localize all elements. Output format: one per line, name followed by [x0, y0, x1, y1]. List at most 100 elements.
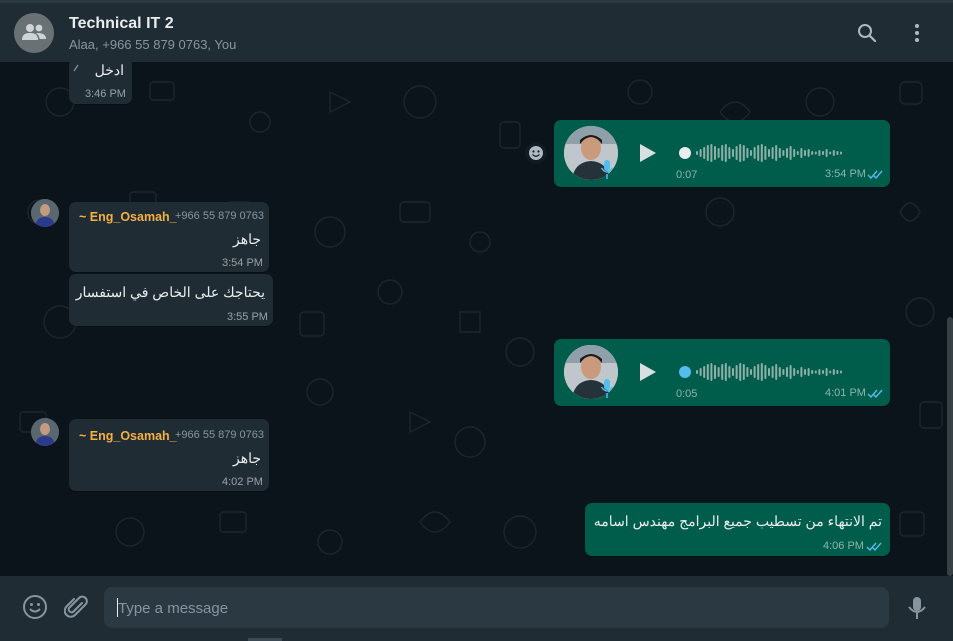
waveform-bar — [757, 145, 760, 161]
waveform-bar — [721, 364, 724, 380]
waveform-bar — [757, 364, 760, 380]
sender-name[interactable]: ~ Eng_Osamah_ — [79, 429, 177, 443]
waveform-bar — [800, 367, 803, 377]
message-list[interactable]: ادخل 3:46 PM 0:07 3:54 PM ~ Eng_Osamah_ … — [0, 62, 953, 576]
voice-record-button[interactable] — [904, 595, 930, 621]
emoji-button[interactable] — [22, 594, 48, 620]
waveform-bar — [746, 148, 749, 158]
waveform-bar — [800, 148, 803, 158]
message-text: جاهز — [232, 450, 261, 466]
waveform-bar — [746, 367, 749, 377]
waveform-bar — [832, 150, 835, 156]
voice-duration: 0:05 — [676, 388, 698, 400]
waveform-bar — [703, 366, 706, 378]
waveform-bar — [710, 363, 713, 381]
waveform-bar — [825, 149, 828, 157]
waveform-bar — [818, 150, 821, 156]
waveform-bar — [706, 364, 709, 380]
search-button[interactable] — [856, 22, 878, 44]
waveform-bar — [764, 365, 767, 379]
waveform-bar — [696, 151, 698, 155]
chat-title[interactable]: Technical IT 2 — [69, 15, 174, 33]
waveform-bar — [818, 369, 821, 375]
message-input-box[interactable] — [104, 587, 889, 630]
waveform-bar — [706, 145, 709, 161]
message-time: 3:55 PM — [227, 311, 268, 323]
message-text: يحتاجك على الخاص في استفسار — [75, 284, 265, 300]
mic-badge-icon — [600, 160, 614, 179]
waveform-bar — [836, 370, 839, 374]
waveform-bar — [750, 150, 752, 156]
message-time: 4:01 PM — [825, 387, 866, 399]
waveform-bar — [760, 144, 763, 162]
menu-button[interactable] — [906, 22, 928, 44]
waveform-bar — [793, 149, 796, 157]
waveform-bar — [735, 365, 738, 379]
waveform-bar — [789, 365, 792, 379]
waveform-bar — [782, 369, 785, 375]
waveform-bar — [724, 144, 727, 162]
waveform-bar — [807, 149, 810, 157]
waveform-bar — [760, 363, 763, 381]
waveform-bar — [836, 151, 839, 155]
waveform-bar — [699, 368, 702, 376]
voice-message-outgoing[interactable]: 0:07 3:54 PM — [554, 120, 890, 187]
waveform-bar — [811, 370, 814, 374]
waveform-bar — [804, 150, 806, 156]
waveform-bar — [703, 147, 706, 159]
chat-scrollbar[interactable] — [947, 317, 953, 576]
waveform-bar — [807, 368, 810, 376]
message-text: تم الانتهاء من تسطيب جميع البرامج مهندس … — [593, 513, 882, 529]
attach-button[interactable] — [63, 595, 90, 621]
waveform-bar — [775, 364, 778, 380]
waveform-bar — [721, 145, 724, 161]
chat-participants: Alaa, +966 55 879 0763, You — [69, 37, 237, 52]
group-avatar[interactable] — [14, 13, 54, 53]
waveform-bar — [699, 149, 702, 157]
message-time: 4:06 PM — [823, 540, 864, 552]
message-time: 4:02 PM — [222, 476, 263, 488]
message-text: جاهز — [232, 231, 261, 247]
waveform-bar — [735, 146, 738, 160]
emoji-icon — [529, 146, 543, 160]
waveform-bar — [786, 367, 788, 377]
waveform-bar — [778, 367, 781, 377]
chat-header[interactable]: Technical IT 2 Alaa, +966 55 879 0763, Y… — [0, 0, 953, 62]
waveform-bar — [739, 363, 742, 381]
waveform-bar — [728, 366, 731, 378]
waveform-bar — [829, 370, 832, 374]
play-icon[interactable] — [636, 142, 658, 164]
message-bubble-incoming[interactable]: ~ Eng_Osamah_ +966 55 879 0763 جاهز 3:54… — [69, 202, 269, 272]
message-time: 3:54 PM — [825, 168, 866, 180]
read-ticks-icon — [867, 389, 883, 399]
seek-handle[interactable] — [679, 147, 691, 159]
waveform-bar — [739, 144, 742, 162]
sender-avatar[interactable] — [31, 199, 59, 227]
message-bubble-incoming[interactable]: ~ Eng_Osamah_ +966 55 879 0763 جاهز 4:02… — [69, 419, 269, 491]
play-icon[interactable] — [636, 361, 658, 383]
search-icon — [858, 24, 877, 43]
waveform-bar — [789, 146, 792, 160]
message-bubble-outgoing[interactable]: تم الانتهاء من تسطيب جميع البرامج مهندس … — [585, 503, 890, 556]
sender-avatar[interactable] — [31, 418, 59, 446]
paperclip-icon — [63, 595, 88, 618]
waveform-bar — [796, 151, 799, 155]
message-time: 3:46 PM — [85, 88, 126, 100]
waveform-bar — [793, 368, 796, 376]
waveform-bar — [717, 367, 720, 377]
waveform[interactable] — [678, 361, 868, 383]
message-input[interactable] — [116, 587, 880, 630]
emoji-icon — [23, 595, 47, 619]
seek-handle[interactable] — [679, 366, 691, 378]
waveform[interactable] — [678, 142, 868, 164]
microphone-icon — [908, 597, 926, 619]
message-bubble-incoming[interactable]: ادخل 3:46 PM — [69, 62, 132, 104]
react-button[interactable] — [525, 142, 547, 164]
waveform-bar — [753, 366, 756, 378]
sender-phone: +966 55 879 0763 — [175, 210, 265, 222]
waveform-bar — [782, 150, 785, 156]
message-bubble-incoming[interactable]: يحتاجك على الخاص في استفسار 3:55 PM — [69, 274, 273, 326]
waveform-bar — [714, 146, 716, 160]
voice-message-outgoing[interactable]: 0:05 4:01 PM — [554, 339, 890, 406]
sender-name[interactable]: ~ Eng_Osamah_ — [79, 210, 177, 224]
